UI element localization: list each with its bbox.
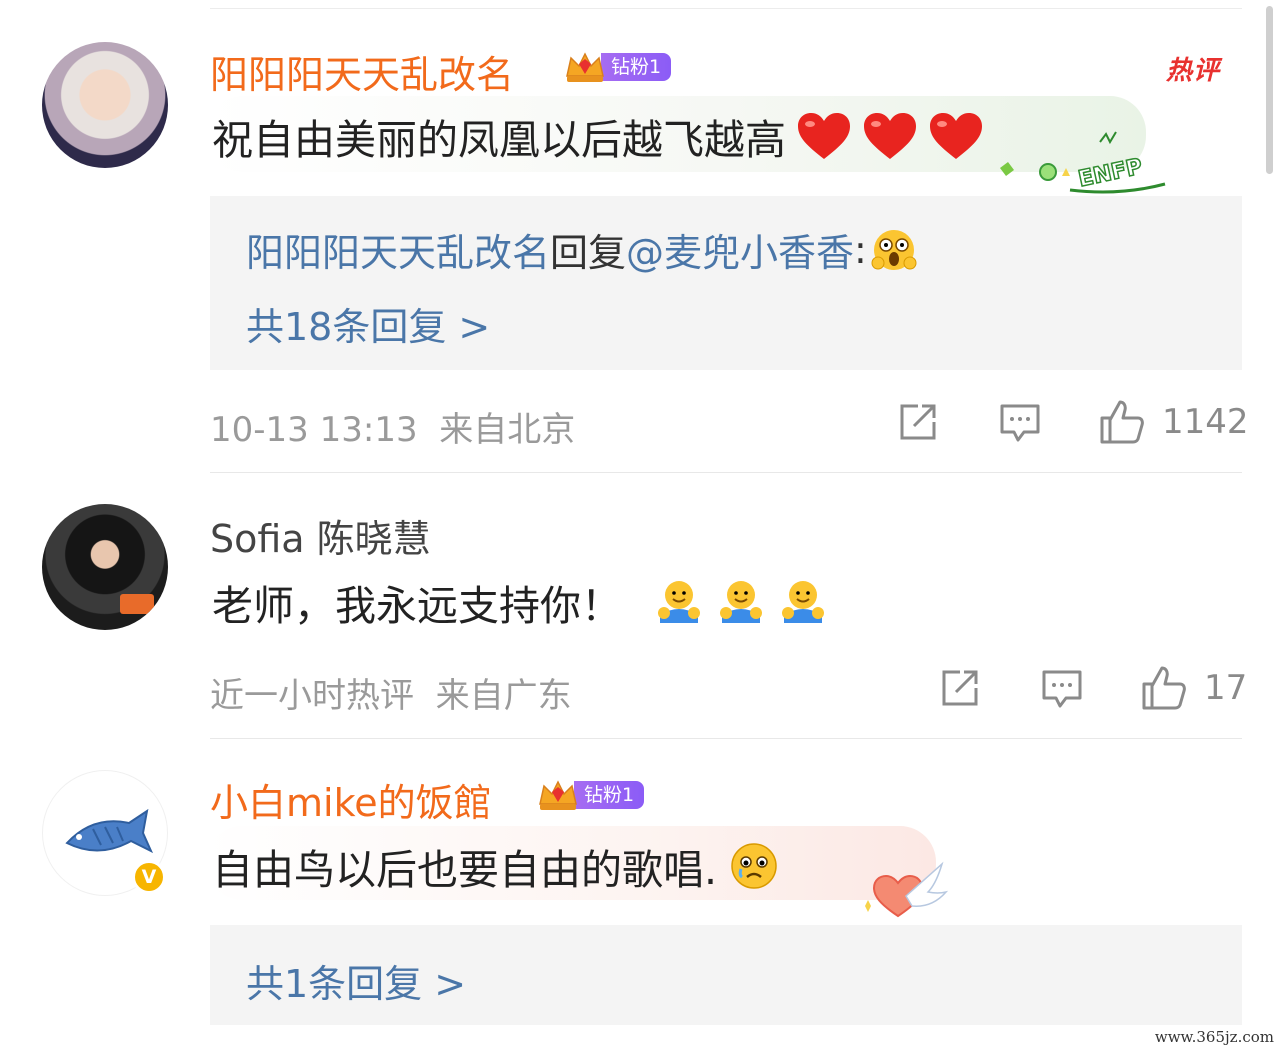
- timestamp: 10-13 13:13: [210, 410, 418, 450]
- like-icon[interactable]: [1098, 398, 1146, 446]
- comment-text: 祝自由美丽的凤凰以后越飞越高: [212, 116, 786, 164]
- timestamp: 近一小时热评: [210, 676, 414, 716]
- fan-badge-label: 钻粉1: [601, 53, 672, 81]
- watermark: www.365jz.com: [1154, 1028, 1274, 1046]
- comment-text: 自由鸟以后也要自由的歌唱.: [212, 846, 718, 894]
- fan-badge: 钻粉1: [563, 50, 672, 84]
- hug-emoji-icon: [782, 581, 824, 623]
- crown-icon: [536, 778, 580, 812]
- share-icon[interactable]: [896, 400, 940, 444]
- reply-preview-box[interactable]: 共1条回复 >: [210, 925, 1242, 1025]
- hug-emoji-icon: [720, 581, 762, 623]
- heart-dove-sticker-icon: [865, 861, 949, 918]
- hot-comment-badge: 热评: [1166, 56, 1221, 86]
- crying-face-emoji-icon: [731, 843, 777, 889]
- reply-action: 回复: [550, 231, 627, 275]
- comment-icon[interactable]: [998, 400, 1042, 444]
- comment-meta: 近一小时热评 来自广东: [210, 668, 572, 717]
- svg-text:ENFP: ENFP: [1076, 154, 1144, 192]
- like-count: 1142: [1162, 402, 1249, 442]
- location: 来自北京: [439, 410, 576, 450]
- comment-text-row: 自由鸟以后也要自由的歌唱.: [212, 836, 779, 896]
- like-count: 17: [1204, 668, 1248, 708]
- view-replies-link[interactable]: 共1条回复 >: [246, 953, 466, 1008]
- comment-text: 老师，我永远支持你！: [212, 582, 622, 630]
- heart-emoji-icon: [930, 113, 982, 159]
- crown-icon: [563, 50, 607, 84]
- comment-meta: 10-13 13:13 来自北京: [210, 402, 575, 451]
- view-replies-link[interactable]: 共18条回复 >: [246, 296, 490, 351]
- fan-badge: 钻粉1: [536, 778, 645, 812]
- reply-preview-line[interactable]: 阳阳阳天天乱改名 回复 @麦兜小香香 :: [246, 222, 917, 277]
- comment-username[interactable]: Sofia 陈晓慧: [210, 508, 431, 563]
- verified-badge: V: [132, 860, 166, 894]
- avatar-detail: [120, 594, 154, 614]
- comment-divider: [210, 738, 1242, 739]
- top-divider: [210, 8, 1242, 9]
- avatar[interactable]: [42, 504, 168, 630]
- reply-mention[interactable]: @麦兜小香香: [626, 222, 854, 277]
- comment-text-row: 老师，我永远支持你！: [212, 572, 828, 632]
- comment-username[interactable]: 小白mike的饭館: [210, 772, 492, 827]
- reply-preview-box[interactable]: 阳阳阳天天乱改名 回复 @麦兜小香香 : 共18条回复 >: [210, 196, 1242, 370]
- comment-icon[interactable]: [1040, 666, 1084, 710]
- comment-text-row: 祝自由美丽的凤凰以后越飞越高: [212, 106, 984, 166]
- avatar[interactable]: [42, 42, 168, 168]
- location: 来自广东: [435, 676, 572, 716]
- comment-divider: [210, 472, 1242, 473]
- fan-badge-label: 钻粉1: [574, 781, 645, 809]
- heart-emoji-icon: [798, 113, 850, 159]
- enfp-sticker-icon: ENFP: [1000, 131, 1166, 194]
- hug-emoji-icon: [658, 581, 700, 623]
- share-icon[interactable]: [938, 666, 982, 710]
- comment-username[interactable]: 阳阳阳天天乱改名: [210, 44, 514, 99]
- like-icon[interactable]: [1140, 664, 1188, 712]
- reply-suffix: :: [854, 227, 867, 272]
- heart-emoji-icon: [864, 113, 916, 159]
- reply-user[interactable]: 阳阳阳天天乱改名: [246, 222, 550, 277]
- scrollbar[interactable]: [1266, 6, 1273, 174]
- shocked-face-emoji-icon: [871, 229, 917, 270]
